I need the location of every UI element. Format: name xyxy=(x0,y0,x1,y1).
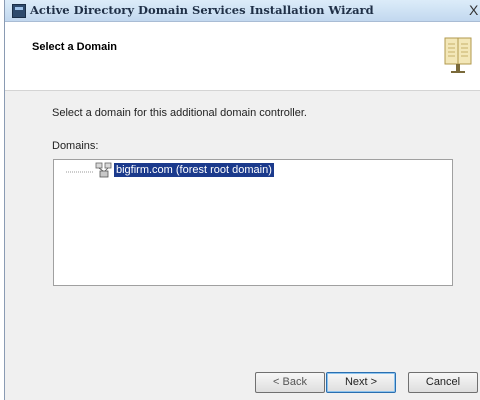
app-icon xyxy=(12,4,26,18)
title-bar[interactable]: Active Directory Domain Services Install… xyxy=(5,0,480,22)
tree-item-label: bigfirm.com (forest root domain) xyxy=(114,163,274,177)
instruction-text: Select a domain for this additional doma… xyxy=(52,107,307,119)
domain-icon xyxy=(95,162,112,178)
next-button[interactable]: Next > xyxy=(326,372,396,393)
close-button[interactable]: X xyxy=(469,0,480,20)
page-title: Select a Domain xyxy=(32,41,117,53)
book-icon xyxy=(444,37,472,73)
window-title: Active Directory Domain Services Install… xyxy=(30,3,374,17)
wizard-header: Select a Domain xyxy=(5,22,480,91)
wizard-footer: < Back Next > Cancel xyxy=(5,360,480,400)
tree-connector xyxy=(66,171,94,173)
domains-label: Domains: xyxy=(52,140,99,152)
wizard-content: Select a domain for this additional doma… xyxy=(5,91,480,361)
domain-tree[interactable]: bigfirm.com (forest root domain) xyxy=(53,159,453,286)
cancel-button[interactable]: Cancel xyxy=(408,372,478,393)
wizard-window: Active Directory Domain Services Install… xyxy=(4,0,480,400)
back-button[interactable]: < Back xyxy=(255,372,325,393)
